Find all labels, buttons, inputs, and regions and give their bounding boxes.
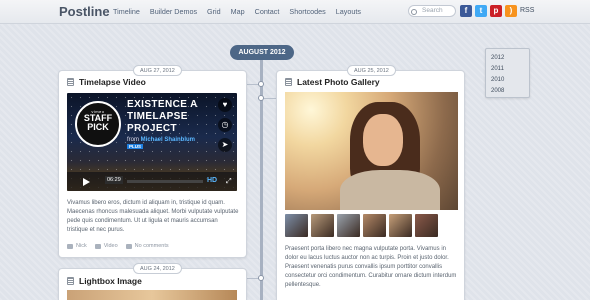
progress-track[interactable]: [127, 180, 203, 183]
author-icon: [67, 243, 73, 249]
lightbox-post-icon: [67, 277, 74, 285]
post-title[interactable]: Timelapse Video: [79, 77, 146, 87]
timeline-node: [258, 81, 264, 87]
nav-item-timeline[interactable]: Timeline: [113, 7, 140, 16]
nav-item-shortcodes[interactable]: Shortcodes: [289, 7, 325, 16]
gallery-post-icon: [285, 78, 292, 86]
archive-year[interactable]: 2008: [491, 86, 529, 97]
gallery-thumbnails: [285, 214, 438, 237]
nav-item-contact[interactable]: Contact: [255, 7, 280, 16]
nav-item-grid[interactable]: Grid: [207, 7, 221, 16]
video-title[interactable]: EXISTENCE A TIMELAPSE PROJECT: [127, 99, 215, 135]
site-logo[interactable]: Postline: [59, 4, 110, 19]
video-author-line: from Michael Shainblum: [127, 137, 195, 143]
play-icon[interactable]: [83, 178, 90, 186]
share-icon[interactable]: ➤: [218, 138, 232, 152]
video-duration: 06:29: [105, 176, 123, 184]
gallery-main-photo[interactable]: [285, 92, 458, 210]
main-menu: Timeline Builder Demos Grid Map Contact …: [113, 7, 371, 16]
search-icon: [411, 9, 417, 15]
fullscreen-icon[interactable]: ⤢: [226, 178, 232, 186]
video-player[interactable]: vimeo STAFF PICK EXISTENCE A TIMELAPSE P…: [67, 93, 237, 191]
post-date: AUG 24, 2012: [133, 263, 182, 274]
post-title[interactable]: Lightbox Image: [79, 276, 142, 286]
photo-subject-body: [340, 170, 440, 210]
nav-item-builder-demos[interactable]: Builder Demos: [150, 7, 197, 16]
post-title[interactable]: Latest Photo Gallery: [297, 77, 380, 87]
watch-later-clock-icon[interactable]: ◷: [218, 118, 232, 132]
gallery-thumbnail[interactable]: [311, 214, 334, 237]
timeline-node: [258, 275, 264, 281]
post-author[interactable]: Nick: [76, 243, 87, 249]
from-label: from: [127, 137, 139, 143]
hd-toggle[interactable]: HD: [207, 177, 217, 184]
like-heart-icon[interactable]: ♥: [218, 98, 232, 112]
photo-subject-face: [363, 114, 403, 166]
timeline-node: [258, 95, 264, 101]
rss-label[interactable]: RSS: [520, 7, 534, 14]
gallery-thumbnail[interactable]: [415, 214, 438, 237]
gallery-thumbnail[interactable]: [337, 214, 360, 237]
post-comments[interactable]: No comments: [135, 243, 169, 249]
staff-pick-badge: vimeo STAFF PICK: [75, 101, 121, 147]
archive-year-list: 2012 2011 2010 2008: [485, 48, 530, 98]
pinterest-icon[interactable]: p: [490, 5, 502, 17]
timeline-connector: [263, 98, 276, 99]
pick-label: PICK: [87, 122, 109, 132]
video-controls: 06:29 HD ⤢: [67, 172, 237, 191]
plus-badge: PLUS: [127, 144, 144, 149]
month-label: AUGUST 2012: [230, 45, 294, 60]
lightbox-photo[interactable]: [67, 290, 237, 300]
archive-year[interactable]: 2010: [491, 75, 529, 86]
video-author[interactable]: Michael Shainblum: [141, 137, 195, 143]
gallery-thumbnail[interactable]: [389, 214, 412, 237]
gallery-thumbnail[interactable]: [285, 214, 308, 237]
rss-icon[interactable]: ): [505, 5, 517, 17]
facebook-icon[interactable]: f: [460, 5, 472, 17]
comment-icon: [125, 243, 132, 249]
post-meta: Nick Video No comments: [67, 243, 169, 249]
nav-item-map[interactable]: Map: [231, 7, 245, 16]
archive-year[interactable]: 2011: [491, 64, 529, 75]
nav-item-layouts[interactable]: Layouts: [336, 7, 361, 16]
video-post-icon: [67, 78, 74, 86]
gallery-thumbnail[interactable]: [363, 214, 386, 237]
twitter-icon[interactable]: t: [475, 5, 487, 17]
category-icon: [94, 243, 101, 249]
top-navigation-bar: Postline Timeline Builder Demos Grid Map…: [0, 0, 590, 24]
post-category[interactable]: Video: [104, 243, 118, 249]
post-excerpt: Vivamus libero eros, dictum id aliquam i…: [67, 200, 239, 233]
post-date: AUG 25, 2012: [347, 65, 396, 76]
archive-year[interactable]: 2012: [491, 53, 529, 64]
post-excerpt: Praesent porta libero nec magna vulputat…: [285, 246, 457, 288]
post-date: AUG 27, 2012: [133, 65, 182, 76]
